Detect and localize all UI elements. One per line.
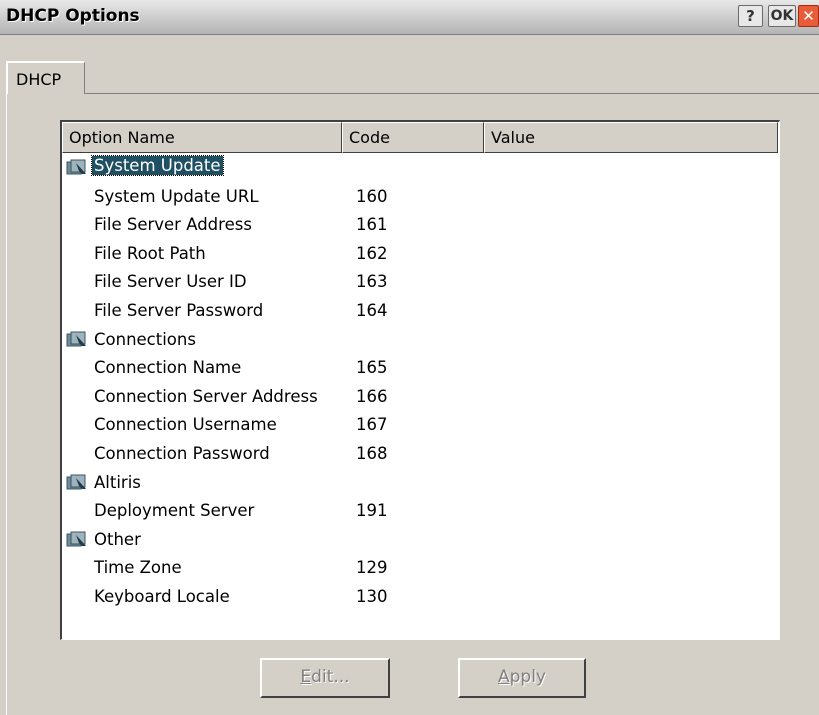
help-button[interactable]: ? (738, 5, 763, 27)
edit-mnemonic: E (300, 667, 312, 687)
option-row[interactable]: Connection Name 165 (62, 355, 778, 384)
option-row[interactable]: Connection Password 168 (62, 441, 778, 470)
option-code: 191 (356, 501, 388, 521)
option-code: 166 (356, 386, 388, 406)
group-row[interactable]: Altiris (62, 470, 778, 499)
apply-label: pply (509, 667, 546, 687)
option-row[interactable]: Connection Server Address 166 (62, 384, 778, 413)
group-name: Connections (94, 329, 196, 349)
ok-button[interactable]: OK (768, 5, 796, 27)
option-name: Connection Username (94, 415, 277, 435)
tab-strip: DHCP (0, 35, 819, 94)
option-row[interactable]: File Root Path 162 (62, 241, 778, 270)
group-folder-icon[interactable] (66, 531, 90, 549)
option-name: Deployment Server (94, 501, 255, 521)
group-name: Altiris (94, 472, 141, 492)
option-name: File Server User ID (94, 272, 247, 292)
group-row[interactable]: Other (62, 527, 778, 556)
option-code: 167 (356, 415, 388, 435)
group-row[interactable]: System Update (62, 155, 778, 184)
option-row[interactable]: File Server Address 161 (62, 212, 778, 241)
option-name: Keyboard Locale (94, 586, 230, 606)
option-name: File Root Path (94, 243, 206, 263)
option-row[interactable]: Connection Username 167 (62, 412, 778, 441)
option-name: File Server Address (94, 215, 252, 235)
group-row[interactable]: Connections (62, 327, 778, 356)
option-code: 164 (356, 300, 388, 320)
option-code: 165 (356, 358, 388, 378)
option-code: 160 (356, 186, 388, 206)
option-name: Connection Server Address (94, 386, 318, 406)
edit-label: dit... (311, 667, 350, 687)
option-row[interactable]: File Server Password 164 (62, 298, 778, 327)
window-title: DHCP Options (6, 6, 140, 26)
column-header-code[interactable]: Code (342, 122, 484, 153)
group-folder-icon[interactable] (66, 331, 90, 349)
option-name: Time Zone (94, 558, 182, 578)
list-header: Option Name Code Value (62, 122, 780, 153)
dhcp-options-window: DHCP Options ? OK ✕ DHCP Option Name Cod… (0, 0, 819, 715)
option-code: 130 (356, 586, 388, 606)
option-code: 129 (356, 558, 388, 578)
close-button[interactable]: ✕ (798, 5, 819, 27)
group-name: System Update (91, 155, 224, 176)
group-folder-icon[interactable] (66, 159, 90, 177)
apply-button[interactable]: Apply (458, 658, 586, 698)
group-folder-icon[interactable] (66, 474, 90, 492)
group-name: Other (94, 529, 141, 549)
options-list[interactable]: Option Name Code Value System Update Syst… (60, 120, 780, 640)
column-header-option-name[interactable]: Option Name (62, 122, 342, 153)
option-row[interactable]: Deployment Server 191 (62, 498, 778, 527)
tab-dhcp[interactable]: DHCP (6, 61, 85, 94)
option-row[interactable]: File Server User ID 163 (62, 269, 778, 298)
option-code: 168 (356, 443, 388, 463)
tab-dhcp-label: DHCP (16, 70, 62, 89)
option-name: System Update URL (94, 186, 259, 206)
list-rows: System Update System Update URL 160 File Se… (62, 155, 778, 613)
option-row[interactable]: Time Zone 129 (62, 555, 778, 584)
option-name: File Server Password (94, 300, 264, 320)
option-row[interactable]: Keyboard Locale 130 (62, 584, 778, 613)
apply-mnemonic: A (497, 667, 510, 687)
title-bar[interactable]: DHCP Options ? OK ✕ (0, 0, 819, 35)
edit-button[interactable]: Edit... (260, 658, 390, 698)
option-name: Connection Name (94, 358, 242, 378)
option-code: 162 (356, 243, 388, 263)
column-header-value[interactable]: Value (484, 122, 778, 153)
option-code: 161 (356, 215, 388, 235)
option-code: 163 (356, 272, 388, 292)
option-row[interactable]: System Update URL 160 (62, 184, 778, 213)
option-name: Connection Password (94, 443, 270, 463)
